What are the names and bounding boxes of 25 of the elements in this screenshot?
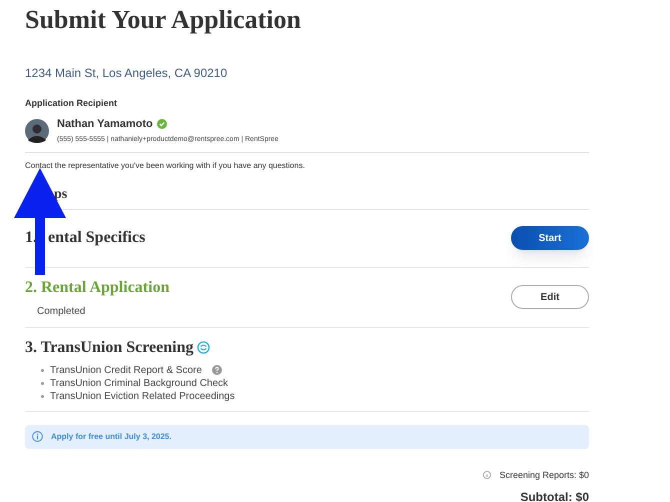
step-status: Completed xyxy=(37,304,86,318)
screening-reports-total: Screening Reports: $0 xyxy=(499,468,589,482)
contact-note: Contact the representative you've been working with if you have any questions. xyxy=(25,160,306,172)
screening-item: TransUnion Eviction Related Proceedings xyxy=(50,390,235,402)
step-title: 2. Rental Application xyxy=(25,278,170,298)
start-button[interactable]: Start xyxy=(511,226,589,250)
info-icon xyxy=(483,471,492,480)
section-label: Application Recipient xyxy=(25,97,118,110)
logo-icon xyxy=(197,341,210,354)
screening-item: TransUnion Criminal Background Check xyxy=(50,376,228,390)
recipient-name: Nathan Yamamoto xyxy=(57,116,153,132)
banner-text: Apply for free until July 3, 2025. xyxy=(51,430,172,442)
help-icon[interactable] xyxy=(212,365,222,375)
bullet-icon xyxy=(41,382,44,384)
property-address: 1234 Main St, Los Angeles, CA 90210 xyxy=(25,65,228,82)
bullet-icon xyxy=(41,368,44,372)
avatar xyxy=(25,118,49,142)
step-title: ental Specifics xyxy=(48,228,146,248)
subtotal: Subtotal: $0 xyxy=(520,489,589,502)
screening-item: TransUnion Credit Report & Score xyxy=(50,364,202,376)
edit-button[interactable]: Edit xyxy=(511,285,589,309)
page-title: Submit Your Application xyxy=(25,4,302,36)
bullet-icon xyxy=(41,394,44,398)
info-icon xyxy=(32,431,43,442)
step-title: 3. TransUnion Screening xyxy=(25,338,194,358)
